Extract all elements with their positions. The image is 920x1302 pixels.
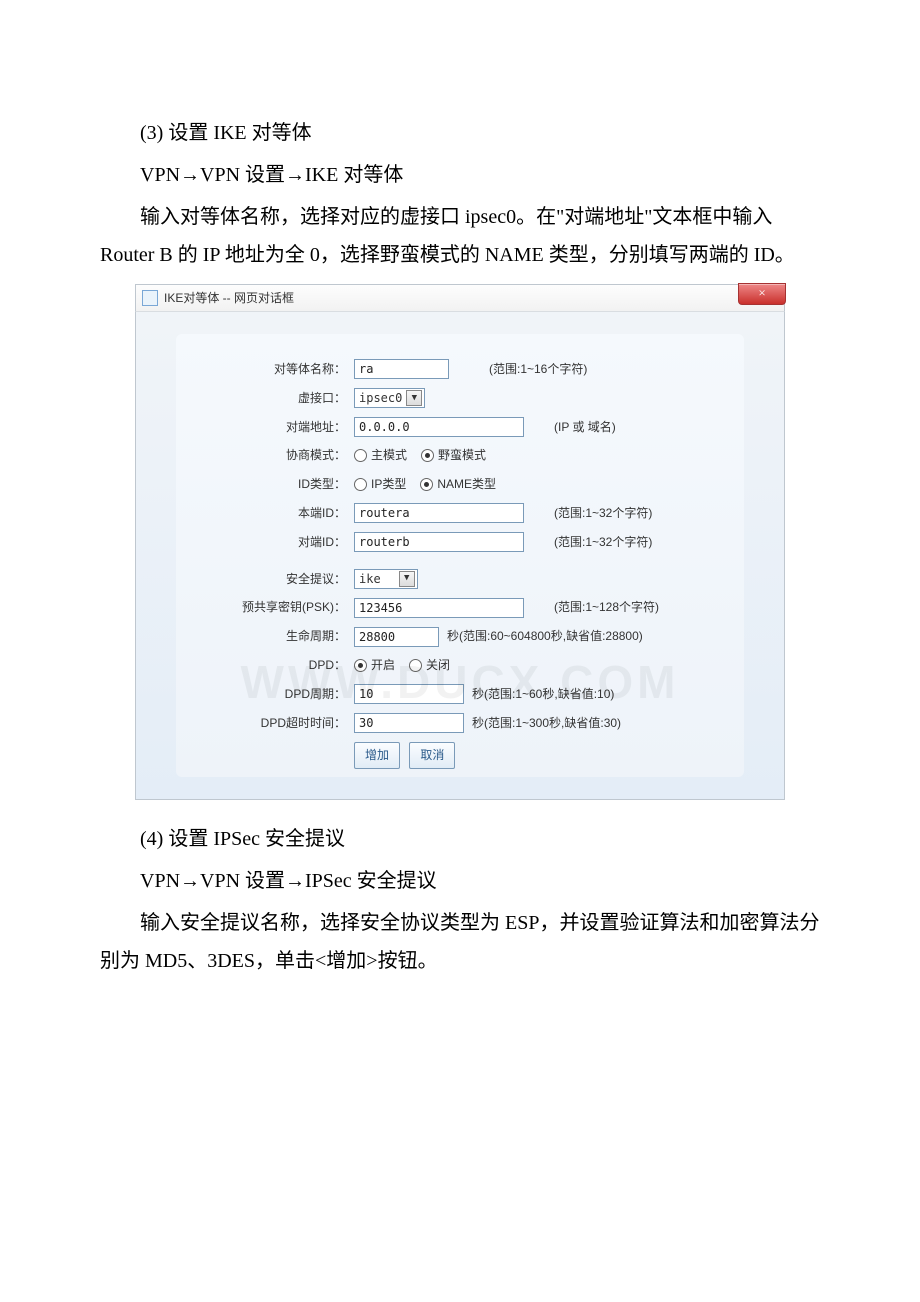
peer-name-input[interactable] xyxy=(354,359,449,379)
dialog-title: IKE对等体 -- 网页对话框 xyxy=(164,287,294,310)
vif-select[interactable]: ipsec0 ▼ xyxy=(354,388,425,408)
remote-id-input[interactable] xyxy=(354,532,524,552)
dpd-off-radio[interactable]: 关闭 xyxy=(409,654,450,677)
local-id-input[interactable] xyxy=(354,503,524,523)
chevron-down-icon: ▼ xyxy=(399,571,415,587)
idtype-ip-radio[interactable]: IP类型 xyxy=(354,473,406,496)
local-id-label: 本端ID： xyxy=(186,502,354,525)
remote-addr-input[interactable] xyxy=(354,417,524,437)
close-button[interactable]: × xyxy=(738,283,786,305)
ike-peer-dialog: WWW.DUCX.COM IKE对等体 -- 网页对话框 × 对等体名称： (范… xyxy=(135,284,785,800)
proposal-value: ike xyxy=(359,568,381,591)
local-id-hint: (范围:1~32个字符) xyxy=(554,502,652,525)
vif-label: 虚接口： xyxy=(186,387,354,410)
remote-addr-hint: (IP 或 域名) xyxy=(554,416,616,439)
paragraph: 输入对等体名称，选择对应的虚接口 ipsec0。在"对端地址"文本框中输入 Ro… xyxy=(100,198,820,274)
lifetime-label: 生命周期： xyxy=(186,625,354,648)
lifetime-hint: 秒(范围:60~604800秒,缺省值:28800) xyxy=(447,625,643,648)
idtype-name-radio[interactable]: NAME类型 xyxy=(420,473,496,496)
paragraph: (4) 设置 IPSec 安全提议 xyxy=(100,820,820,858)
psk-hint: (范围:1~128个字符) xyxy=(554,596,659,619)
paragraph: VPN→VPN 设置→IPSec 安全提议 xyxy=(100,862,820,900)
doc-icon xyxy=(142,290,158,306)
dpd-label: DPD： xyxy=(186,654,354,677)
lifetime-input[interactable] xyxy=(354,627,439,647)
dpd-period-hint: 秒(范围:1~60秒,缺省值:10) xyxy=(472,683,614,706)
paragraph: VPN→VPN 设置→IKE 对等体 xyxy=(100,156,820,194)
proposal-select[interactable]: ike ▼ xyxy=(354,569,418,589)
dpd-period-input[interactable] xyxy=(354,684,464,704)
dpd-timeout-input[interactable] xyxy=(354,713,464,733)
peer-name-hint: (范围:1~16个字符) xyxy=(489,358,587,381)
remote-addr-label: 对端地址： xyxy=(186,416,354,439)
nego-mode-label: 协商模式： xyxy=(186,444,354,467)
chevron-down-icon: ▼ xyxy=(406,390,422,406)
psk-input[interactable] xyxy=(354,598,524,618)
radio-icon xyxy=(354,478,367,491)
dialog-titlebar: IKE对等体 -- 网页对话框 × xyxy=(135,284,785,312)
dialog-body: 对等体名称： (范围:1~16个字符) 虚接口： ipsec0 ▼ 对端地址： … xyxy=(135,312,785,800)
radio-icon xyxy=(354,449,367,462)
idtype-label: ID类型： xyxy=(186,473,354,496)
remote-id-label: 对端ID： xyxy=(186,531,354,554)
proposal-label: 安全提议： xyxy=(186,568,354,591)
psk-label: 预共享密钥(PSK)： xyxy=(186,596,354,619)
peer-name-label: 对等体名称： xyxy=(186,358,354,381)
radio-icon xyxy=(420,478,433,491)
add-button[interactable]: 增加 xyxy=(354,742,400,769)
cancel-button[interactable]: 取消 xyxy=(409,742,455,769)
dpd-period-label: DPD周期： xyxy=(186,683,354,706)
radio-icon xyxy=(409,659,422,672)
dpd-timeout-label: DPD超时时间： xyxy=(186,712,354,735)
remote-id-hint: (范围:1~32个字符) xyxy=(554,531,652,554)
radio-icon xyxy=(421,449,434,462)
mode-agg-radio[interactable]: 野蛮模式 xyxy=(421,444,486,467)
paragraph: 输入安全提议名称，选择安全协议类型为 ESP，并设置验证算法和加密算法分别为 M… xyxy=(100,904,820,980)
dpd-on-radio[interactable]: 开启 xyxy=(354,654,395,677)
radio-icon xyxy=(354,659,367,672)
mode-main-radio[interactable]: 主模式 xyxy=(354,444,407,467)
paragraph: (3) 设置 IKE 对等体 xyxy=(100,114,820,152)
dpd-timeout-hint: 秒(范围:1~300秒,缺省值:30) xyxy=(472,712,621,735)
vif-value: ipsec0 xyxy=(359,387,402,410)
